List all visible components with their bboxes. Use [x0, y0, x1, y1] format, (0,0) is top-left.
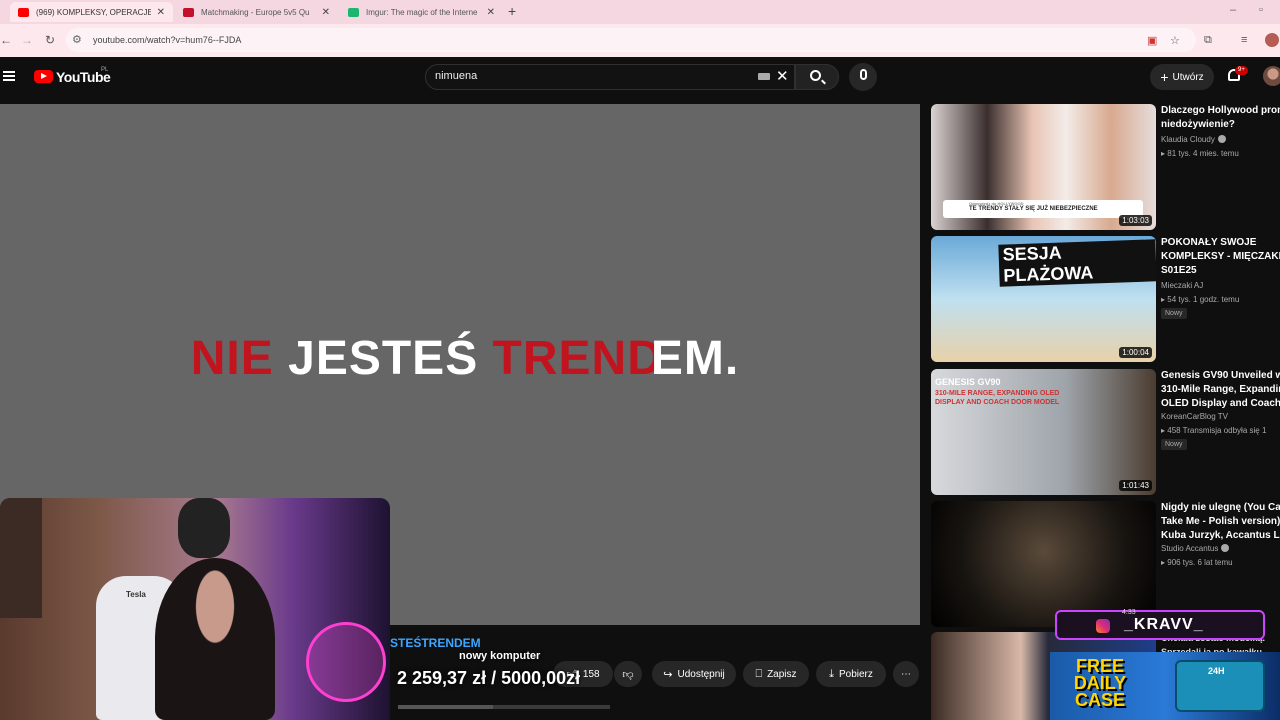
back-arrow-icon[interactable]: ←: [0, 33, 12, 47]
video-thumbnail[interactable]: Odpowiedz do HOLLYWOOD TE TRENDY STAŁY S…: [931, 104, 1156, 230]
search-input[interactable]: [425, 64, 795, 90]
donation-goal-amount: 2 259,37 zł / 5000,00zł: [397, 668, 581, 688]
video-duration: 1:00:04: [1119, 347, 1152, 358]
country-code: PL: [101, 67, 109, 73]
channel-name[interactable]: STEŚTRENDEM: [390, 636, 481, 650]
video-channel[interactable]: Mieczaki AJ: [1161, 281, 1203, 290]
recommendation-item[interactable]: GENESIS GV90 310-MILE RANGE, EXPANDING O…: [931, 369, 1280, 495]
verified-icon: [1221, 544, 1230, 552]
video-thumbnail[interactable]: SESJA PLAŻOWA 1:00:04: [931, 236, 1156, 362]
instagram-handle: _KRAVV_: [1124, 616, 1204, 633]
video-duration: 1:01:43: [1119, 480, 1152, 491]
instagram-icon: [1096, 619, 1110, 633]
browser-tab-youtube[interactable]: (969) KOMPLEKSY, OPERACJE P ✕: [10, 2, 173, 22]
new-tab-button[interactable]: +: [508, 3, 516, 19]
close-tab-icon[interactable]: ✕: [322, 7, 330, 18]
video-title[interactable]: Genesis GV90 Unveiled with 310-Mile Rang…: [1161, 369, 1280, 411]
video-headline: NIE JESTEŚ TRENDEM.: [190, 332, 740, 385]
microphone-icon[interactable]: [860, 69, 867, 80]
clear-search-icon[interactable]: ✕: [776, 67, 789, 85]
video-channel[interactable]: Studio Accantus: [1161, 544, 1230, 553]
create-button[interactable]: + Utwórz: [1150, 64, 1214, 90]
video-duration: 1:03:03: [1119, 215, 1152, 226]
promo-text: FREE DAILY CASE: [1073, 656, 1127, 710]
video-title[interactable]: Dlaczego Hollywood promu niedożywienie?: [1161, 104, 1280, 132]
new-badge: Nowy: [1161, 308, 1187, 319]
donation-progress-fill: [398, 705, 494, 709]
media-controls-icon[interactable]: ≡: [1241, 34, 1247, 46]
youtube-logo-icon[interactable]: [34, 70, 53, 83]
bookmark-star-icon[interactable]: ☆: [1170, 34, 1180, 47]
search-icon[interactable]: [810, 70, 821, 81]
keyboard-icon[interactable]: [758, 73, 770, 80]
menu-icon[interactable]: [3, 71, 15, 81]
browser-tab-matchmaking[interactable]: Matchmaking - Europe 5v5 Qu ✕: [175, 2, 338, 22]
video-meta: ▸ 54 tys. 1 godz. temu: [1161, 295, 1240, 304]
forward-arrow-icon[interactable]: →: [21, 33, 33, 47]
recommendation-item[interactable]: Odpowiedz do HOLLYWOOD TE TRENDY STAŁY S…: [931, 104, 1280, 230]
plus-icon: +: [1160, 69, 1169, 85]
thumbnail-text: SESJA PLAŻOWA: [998, 239, 1156, 287]
url-text[interactable]: youtube.com/watch?v=hum76--FJDA: [93, 35, 241, 45]
verified-icon: [1217, 135, 1226, 143]
more-actions-button[interactable]: ⋯: [893, 661, 919, 687]
thumbnail-text: 310-MILE RANGE, EXPANDING OLED DISPLAY A…: [935, 390, 1060, 406]
close-tab-icon[interactable]: ✕: [487, 7, 495, 18]
minimize-icon[interactable]: –: [1230, 4, 1236, 16]
video-meta: ▸ 81 tys. 4 mies. temu: [1161, 149, 1239, 158]
youtube-favicon-icon: [18, 7, 29, 17]
close-tab-icon[interactable]: ✕: [157, 7, 165, 18]
browser-profile-avatar[interactable]: [1265, 33, 1279, 47]
reload-icon[interactable]: ↻: [45, 33, 55, 47]
streamer: [155, 558, 275, 720]
video-duration: 4:33: [1122, 609, 1136, 616]
chair-logo-text: Tesla: [126, 590, 146, 599]
video-thumbnail[interactable]: GENESIS GV90 310-MILE RANGE, EXPANDING O…: [931, 369, 1156, 495]
download-button[interactable]: ⤓ Pobierz: [816, 661, 886, 687]
share-icon: ↪: [663, 668, 673, 681]
streamer-webcam: Tesla: [0, 498, 390, 720]
save-button[interactable]: ⎕ Zapisz: [743, 661, 809, 687]
video-channel[interactable]: KoreanCarBlog TV: [1161, 412, 1228, 421]
video-meta: ▸ 906 tys. 6 lat temu: [1161, 558, 1233, 567]
thumbnail-heading: GENESIS GV90: [935, 377, 1001, 387]
maximize-icon[interactable]: ▫: [1259, 4, 1263, 16]
teddy-bear: [178, 498, 230, 558]
dislike-button[interactable]: 👎︎: [614, 661, 642, 687]
share-button[interactable]: ↪ Udostępnij: [652, 661, 736, 687]
neon-fan: [306, 622, 386, 702]
browser-tab-imgur[interactable]: Imgur: The magic of the Interne ✕: [340, 2, 503, 22]
recommendation-item[interactable]: Nigdy nie ulegnę (You Can't Take Me - Po…: [931, 501, 1280, 627]
site-info-icon[interactable]: ⚙: [72, 33, 82, 46]
new-badge: Nowy: [1161, 439, 1187, 450]
search-value[interactable]: nimuena: [435, 70, 477, 82]
faceit-favicon-icon: [183, 7, 194, 17]
video-title[interactable]: POKONAŁY SWOJE KOMPLEKSY - MIĘCZAKI S01E…: [1161, 236, 1280, 278]
bookmark-icon: ⎕: [755, 667, 763, 680]
account-avatar[interactable]: [1263, 66, 1280, 86]
extensions-icon[interactable]: ⧉: [1204, 34, 1212, 47]
recommendation-item[interactable]: SESJA PLAŻOWA 1:00:04 POKONAŁY SWOJE KOM…: [931, 236, 1280, 362]
notification-badge: 9+: [1235, 66, 1248, 75]
imgur-favicon-icon: [348, 7, 359, 17]
video-title[interactable]: Nigdy nie ulegnę (You Can't Take Me - Po…: [1161, 501, 1280, 543]
thumbs-down-icon: 👎︎: [622, 668, 634, 681]
donation-goal-label: nowy komputer: [459, 650, 541, 662]
video-channel[interactable]: Klaudia Cloudy: [1161, 135, 1226, 144]
wall-poster: [0, 498, 42, 618]
case-box-label: 24H: [1208, 666, 1225, 676]
thumbnail-banner: Odpowiedz do HOLLYWOOD TE TRENDY STAŁY S…: [943, 200, 1143, 218]
download-icon: ⤓: [829, 667, 834, 680]
video-meta: ▸ 458 Transmisja odbyła się 1: [1161, 426, 1267, 435]
cast-icon[interactable]: ▣: [1147, 34, 1157, 47]
